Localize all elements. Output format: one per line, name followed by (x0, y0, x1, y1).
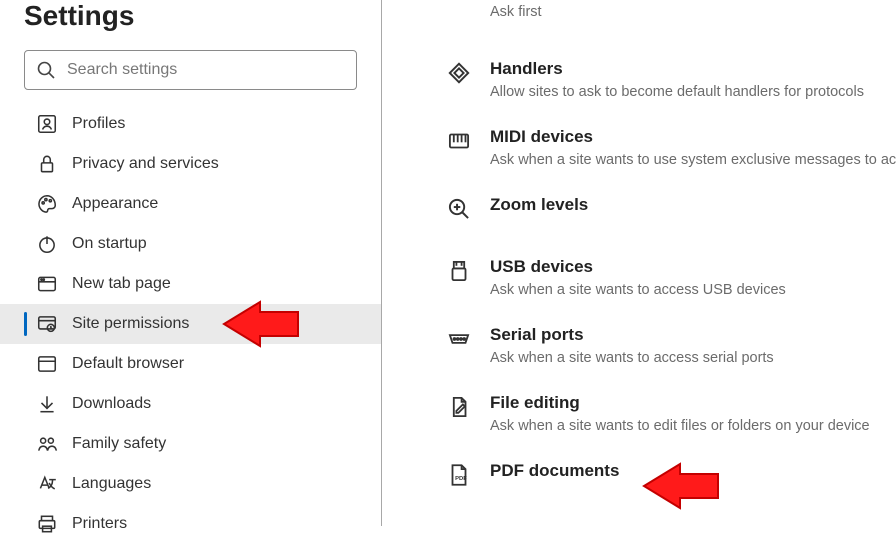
nav-label: Printers (72, 515, 127, 533)
download-icon (36, 393, 58, 415)
perm-title: Handlers (490, 58, 864, 80)
perm-desc: Ask when a site wants to access serial p… (490, 350, 774, 366)
lock-icon (36, 153, 58, 175)
sidebar-item-profiles[interactable]: Profiles (0, 104, 381, 144)
palette-icon (36, 193, 58, 215)
perm-title: PDF documents (490, 460, 619, 482)
permission-item-midi[interactable]: MIDI devices Ask when a site wants to us… (446, 126, 896, 168)
perm-desc: Ask when a site wants to use system excl… (490, 152, 896, 168)
perm-title: USB devices (490, 256, 786, 278)
serial-icon (446, 326, 472, 352)
pdf-icon: PDF (446, 462, 472, 488)
nav-label: Default browser (72, 355, 184, 373)
perm-text: File editing Ask when a site wants to ed… (490, 392, 870, 434)
sidebar-item-languages[interactable]: Languages (0, 464, 381, 504)
perm-desc: Ask when a site wants to access USB devi… (490, 282, 786, 298)
nav-label: New tab page (72, 275, 171, 293)
sidebar-item-startup[interactable]: On startup (0, 224, 381, 264)
usb-icon (446, 258, 472, 284)
perm-desc: Allow sites to ask to become default han… (490, 84, 864, 100)
nav-label: Languages (72, 475, 151, 493)
permissions-icon (36, 313, 58, 335)
sidebar-item-newtab[interactable]: New tab page (0, 264, 381, 304)
power-icon (36, 233, 58, 255)
family-icon (36, 433, 58, 455)
newtab-icon (36, 273, 58, 295)
midi-icon (446, 128, 472, 154)
printer-icon (36, 513, 58, 535)
perm-text: MIDI devices Ask when a site wants to us… (490, 126, 896, 168)
sidebar-item-privacy[interactable]: Privacy and services (0, 144, 381, 184)
search-wrap (24, 50, 357, 90)
sidebar-item-appearance[interactable]: Appearance (0, 184, 381, 224)
perm-title: MIDI devices (490, 126, 896, 148)
sidebar-item-downloads[interactable]: Downloads (0, 384, 381, 424)
permission-item-usb[interactable]: USB devices Ask when a site wants to acc… (446, 256, 896, 298)
permission-item-serial[interactable]: Serial ports Ask when a site wants to ac… (446, 324, 896, 366)
permission-item-pdf[interactable]: PDF PDF documents (446, 460, 896, 488)
nav-label: On startup (72, 235, 147, 253)
file-edit-icon (446, 394, 472, 420)
nav-label: Downloads (72, 395, 151, 413)
permissions-list-panel: Ask first Handlers Allow sites to ask to… (382, 0, 896, 522)
search-icon (36, 60, 56, 80)
search-input[interactable] (24, 50, 357, 90)
permissions-list: Ask first Handlers Allow sites to ask to… (446, 0, 896, 488)
perm-text: Zoom levels (490, 194, 588, 216)
nav-label: Profiles (72, 115, 125, 133)
sidebar-item-family[interactable]: Family safety (0, 424, 381, 464)
empty-icon (446, 2, 472, 28)
perm-text: Handlers Allow sites to ask to become de… (490, 58, 864, 100)
sidebar-item-printers[interactable]: Printers (0, 504, 381, 544)
browser-icon (36, 353, 58, 375)
perm-title: Zoom levels (490, 194, 588, 216)
permission-item-handlers[interactable]: Handlers Allow sites to ask to become de… (446, 58, 896, 100)
svg-text:PDF: PDF (455, 477, 467, 483)
permission-item-zoom[interactable]: Zoom levels (446, 194, 896, 222)
perm-title: Serial ports (490, 324, 774, 346)
profile-icon (36, 113, 58, 135)
permission-item-askfirst[interactable]: Ask first (446, 0, 896, 28)
nav-label: Privacy and services (72, 155, 219, 173)
sidebar-item-site-permissions[interactable]: Site permissions (0, 304, 381, 344)
perm-title: File editing (490, 392, 870, 414)
nav-label: Family safety (72, 435, 166, 453)
nav-label: Site permissions (72, 315, 189, 333)
perm-text: Serial ports Ask when a site wants to ac… (490, 324, 774, 366)
nav-list: Profiles Privacy and services Appearance… (0, 104, 381, 544)
perm-desc: Ask first (490, 4, 542, 20)
perm-desc: Ask when a site wants to edit files or f… (490, 418, 870, 434)
permission-item-file-editing[interactable]: File editing Ask when a site wants to ed… (446, 392, 896, 434)
language-icon (36, 473, 58, 495)
perm-text: Ask first (490, 0, 542, 20)
perm-text: USB devices Ask when a site wants to acc… (490, 256, 786, 298)
perm-text: PDF documents (490, 460, 619, 482)
sidebar-item-default-browser[interactable]: Default browser (0, 344, 381, 384)
page-title: Settings (0, 0, 381, 50)
handlers-icon (446, 60, 472, 86)
settings-sidebar: Settings Profiles Privacy and services A… (0, 0, 382, 526)
zoom-icon (446, 196, 472, 222)
nav-label: Appearance (72, 195, 158, 213)
